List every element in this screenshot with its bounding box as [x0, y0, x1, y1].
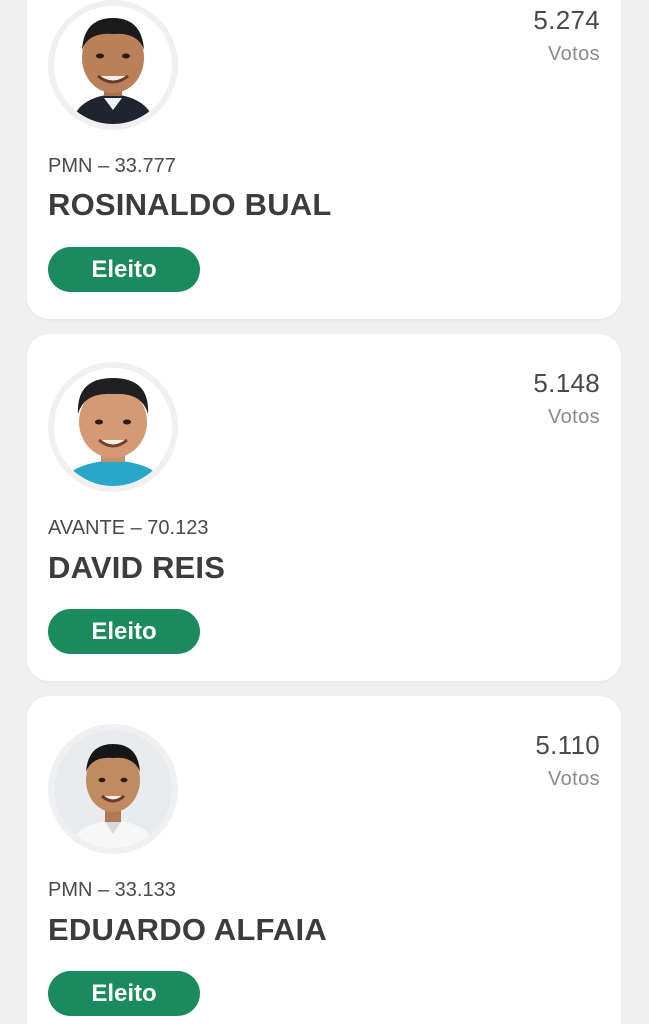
elected-badge[interactable]: Eleito — [48, 247, 200, 292]
candidate-photo-icon — [54, 6, 172, 124]
vote-count-label: Votos — [547, 43, 600, 65]
candidate-avatar — [48, 362, 178, 492]
vote-count-label: Votos — [547, 768, 600, 790]
candidate-photo-icon — [54, 730, 172, 848]
candidate-avatar — [48, 0, 178, 130]
vote-count: 5.110 — [535, 730, 600, 760]
candidate-name: EDUARDO ALFAIA — [48, 912, 327, 947]
vote-count: 5.274 — [533, 5, 600, 35]
candidate-card[interactable]: 5.274 Votos PMN – 33.777 ROSINALDO BUAL … — [27, 0, 621, 319]
party-number: AVANTE – 70.123 — [48, 517, 209, 539]
party-number: PMN – 33.133 — [48, 879, 176, 901]
candidate-avatar — [48, 724, 178, 854]
candidate-photo-icon — [54, 368, 172, 486]
elected-badge[interactable]: Eleito — [48, 971, 200, 1016]
results-list: 5.274 Votos PMN – 33.777 ROSINALDO BUAL … — [0, 0, 649, 1024]
vote-count: 5.148 — [533, 368, 600, 398]
candidate-name: ROSINALDO BUAL — [48, 187, 332, 222]
elected-badge[interactable]: Eleito — [48, 609, 200, 654]
candidate-card[interactable]: 5.110 Votos PMN – 33.133 EDUARDO ALFAIA … — [27, 696, 621, 1024]
vote-count-label: Votos — [547, 406, 600, 428]
candidate-card[interactable]: 5.148 Votos AVANTE – 70.123 DAVID REIS E… — [27, 334, 621, 681]
candidate-name: DAVID REIS — [48, 550, 226, 585]
party-number: PMN – 33.777 — [48, 155, 176, 177]
